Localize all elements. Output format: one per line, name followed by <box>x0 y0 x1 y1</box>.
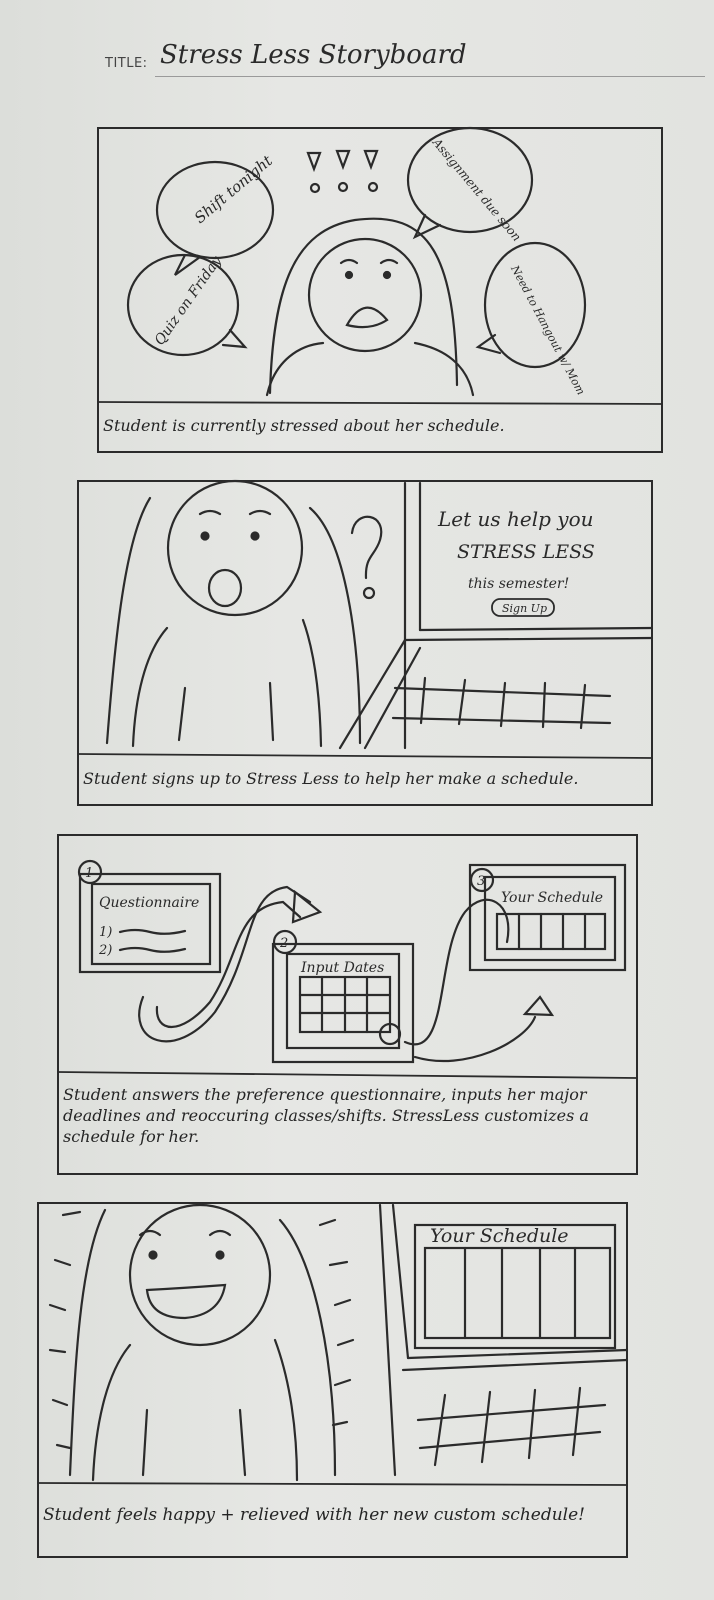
caption-divider <box>37 1482 628 1486</box>
happy-lines-left <box>48 1210 82 1450</box>
caption-divider <box>97 401 663 405</box>
panel-1: Shift tonight Assignment due soon Quiz o… <box>95 125 665 455</box>
exclamation-marks-icon <box>306 149 379 194</box>
panel-1-drawing <box>97 126 663 453</box>
panel-2: Let us help you STRESS LESS this semeste… <box>75 478 655 808</box>
calendar-grid <box>298 975 392 1034</box>
keyboard-lines <box>416 1386 607 1467</box>
step-2-badge <box>272 929 298 955</box>
speech-bubble-shift <box>155 160 275 276</box>
storyboard-title: Stress Less Storyboard <box>160 40 467 70</box>
title-underline <box>155 76 705 77</box>
panel-4-frame <box>37 1202 628 1558</box>
question-mark-icon <box>350 515 383 600</box>
panel-2-drawing <box>77 479 654 806</box>
flow-arrow-2 <box>403 898 555 1063</box>
panel-4-caption: Student feels happy + relieved with her … <box>43 1505 585 1525</box>
panel-3: 1 Questionnaire 1) 2) 2 Input Dates 3 Yo… <box>55 832 640 1177</box>
title-label: TITLE: <box>105 56 148 71</box>
input-dates-box <box>271 942 415 1064</box>
speech-bubble-quiz <box>126 253 248 357</box>
title-row: TITLE: Stress Less Storyboard <box>105 40 705 90</box>
stressed-student-figure <box>265 217 475 397</box>
speech-bubble-mom <box>475 241 587 369</box>
panel-1-caption: Student is currently stressed about her … <box>103 416 505 435</box>
surprised-student-figure <box>105 479 362 748</box>
happy-student-figure <box>68 1203 337 1482</box>
laptop-drawing <box>378 1203 629 1477</box>
questionnaire-box <box>78 872 222 974</box>
panel-3-caption: Student answers the preference questionn… <box>63 1085 589 1146</box>
signup-button-outline <box>491 598 555 617</box>
speech-bubble-assignment <box>406 126 534 240</box>
caption-divider <box>77 753 653 759</box>
happy-lines-right <box>318 1218 355 1427</box>
panel-2-caption: Student signs up to Stress Less to help … <box>83 769 579 788</box>
keyboard-lines <box>391 676 612 730</box>
step-1-badge <box>77 859 103 885</box>
caption-divider <box>57 1071 638 1079</box>
panel-4: Your Schedule Student feels happy + reli… <box>35 1200 630 1560</box>
step-3-badge <box>469 867 495 893</box>
